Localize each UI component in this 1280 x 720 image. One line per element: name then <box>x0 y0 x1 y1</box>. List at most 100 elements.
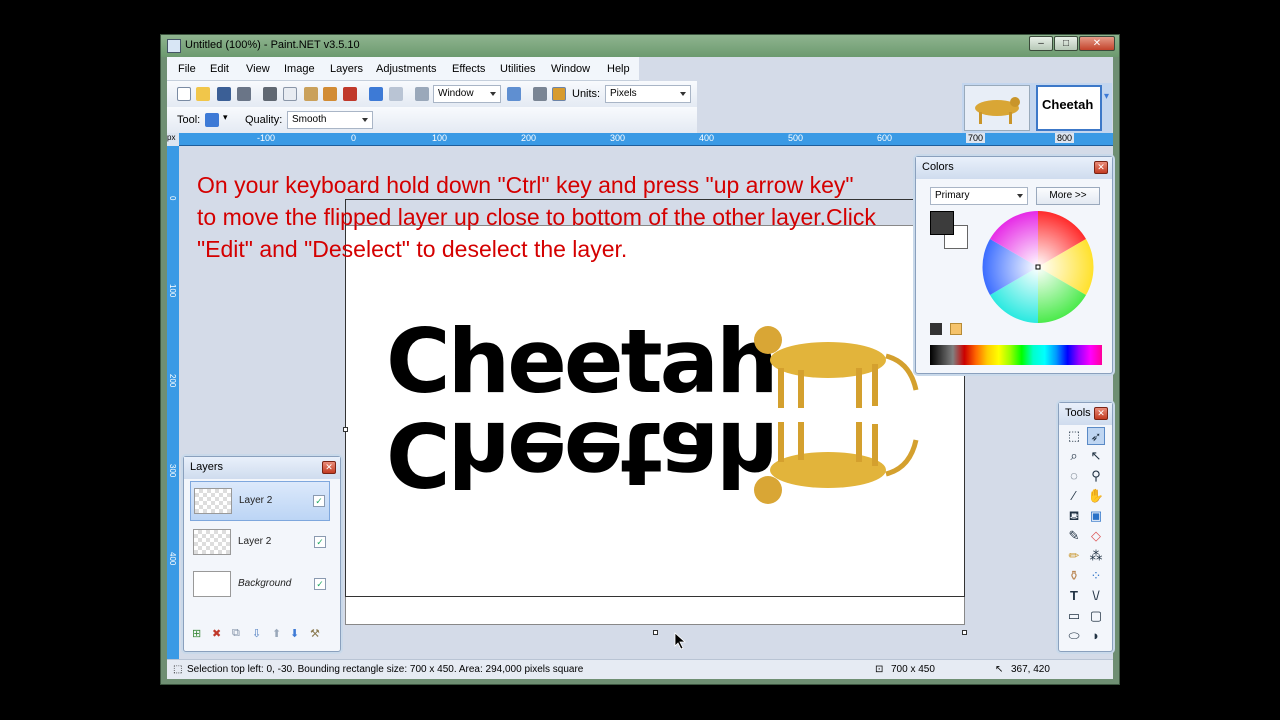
move-tool-icon[interactable]: ↖ <box>1087 447 1105 465</box>
layer-row[interactable]: Background ✓ <box>190 565 330 605</box>
pencil-tool-icon[interactable]: ✏ <box>1065 547 1083 565</box>
move-selection-tool-icon[interactable]: ➶ <box>1087 427 1105 445</box>
menu-window[interactable]: Window <box>551 63 590 75</box>
pan-tool-icon[interactable]: ✋ <box>1087 487 1105 505</box>
image-thumbnail-1[interactable] <box>964 85 1030 131</box>
zoom-out-icon[interactable] <box>415 87 429 101</box>
move-layer-down-icon[interactable]: ⬇ <box>290 627 299 640</box>
line-curve-tool-icon[interactable]: \/ <box>1087 587 1105 605</box>
duplicate-layer-icon[interactable]: ⧉ <box>232 627 240 640</box>
selection-handle[interactable] <box>653 630 658 635</box>
menu-edit[interactable]: Edit <box>210 63 229 75</box>
tool-label: Tool: <box>177 114 201 126</box>
lasso-tool-icon[interactable]: ⌕ <box>1065 447 1083 465</box>
paintbrush-tool-icon[interactable]: ✎ <box>1065 527 1083 545</box>
clone-stamp-tool-icon[interactable]: ⚱ <box>1065 567 1083 585</box>
delete-layer-icon[interactable]: ✖ <box>212 627 221 640</box>
quality-combo-value: Smooth <box>292 114 327 125</box>
layer-visibility-checkbox[interactable]: ✓ <box>313 495 325 507</box>
open-icon[interactable] <box>196 87 210 101</box>
layer-visibility-checkbox[interactable]: ✓ <box>314 578 326 590</box>
minimize-button[interactable]: – <box>1029 36 1053 51</box>
layer-row[interactable]: Layer 2 ✓ <box>190 523 330 563</box>
more-button[interactable]: More >> <box>1036 187 1100 205</box>
primary-combo[interactable]: Primary <box>930 187 1028 205</box>
rounded-rectangle-tool-icon[interactable]: ▢ <box>1087 607 1105 625</box>
rectangle-select-tool-icon[interactable]: ⬚ <box>1065 427 1083 445</box>
menu-help[interactable]: Help <box>607 63 630 75</box>
close-icon[interactable]: ✕ <box>322 461 336 474</box>
maximize-button[interactable]: □ <box>1054 36 1078 51</box>
rectangle-tool-icon[interactable]: ▭ <box>1065 607 1083 625</box>
layers-toolbar: ⊞ ✖ ⧉ ⇩ ⬆ ⬇ ⚒ <box>190 627 334 645</box>
text-tool-icon[interactable]: T <box>1065 587 1083 605</box>
chevron-down-icon <box>680 92 686 96</box>
layer-properties-icon[interactable]: ⚒ <box>310 627 320 640</box>
units-combo[interactable]: Pixels <box>605 85 691 103</box>
cheetah-thumbnail-icon <box>975 97 1020 124</box>
save-icon[interactable] <box>217 87 231 101</box>
layer-thumbnail <box>193 571 231 597</box>
selection-handle[interactable] <box>343 427 348 432</box>
color-picker-tool-icon[interactable]: ⁂ <box>1087 547 1105 565</box>
primary-color-swatch[interactable] <box>930 211 954 235</box>
menu-effects[interactable]: Effects <box>452 63 485 75</box>
paste-icon[interactable] <box>304 87 318 101</box>
move-layer-up-icon[interactable]: ⬆ <box>272 627 281 640</box>
close-icon[interactable]: ✕ <box>1094 161 1108 174</box>
layer-row[interactable]: Layer 2 ✓ <box>190 481 330 521</box>
selection-handle[interactable] <box>962 630 967 635</box>
eraser-tool-icon[interactable]: ◇ <box>1087 527 1105 545</box>
palette-icon[interactable] <box>950 323 962 335</box>
menu-adjustments[interactable]: Adjustments <box>376 63 437 75</box>
deselect-icon[interactable] <box>343 87 357 101</box>
zoom-tool-icon[interactable]: ⚲ <box>1087 467 1105 485</box>
print-icon[interactable] <box>237 87 251 101</box>
menu-view[interactable]: View <box>246 63 270 75</box>
merge-layer-icon[interactable]: ⇩ <box>252 627 261 640</box>
cut-icon[interactable] <box>263 87 277 101</box>
zoom-combo-value: Window <box>438 88 474 99</box>
tool-options-toolbar: Tool: ▾ Quality: Smooth <box>167 107 697 133</box>
menu-file[interactable]: File <box>178 63 196 75</box>
chevron-down-icon <box>362 118 368 122</box>
chevron-down-icon[interactable]: ▾ <box>223 112 228 123</box>
new-icon[interactable] <box>177 87 191 101</box>
menu-image[interactable]: Image <box>284 63 315 75</box>
magic-wand-tool-icon[interactable]: ⁄ <box>1065 487 1083 505</box>
add-layer-icon[interactable]: ⊞ <box>192 627 201 640</box>
copy-icon[interactable] <box>283 87 297 101</box>
paint-bucket-tool-icon[interactable]: ⛾ <box>1065 507 1083 525</box>
freeform-shape-tool-icon[interactable]: ◗ <box>1087 627 1105 645</box>
image-thumbnail-2[interactable]: Cheetah <box>1036 85 1102 131</box>
move-selected-tool-icon[interactable] <box>205 113 219 127</box>
chevron-down-icon[interactable]: ▾ <box>1104 91 1112 102</box>
zoom-in-icon[interactable] <box>507 87 521 101</box>
redo-icon[interactable] <box>389 87 403 101</box>
grid-icon[interactable] <box>533 87 547 101</box>
close-button[interactable]: ✕ <box>1079 36 1115 51</box>
crop-icon[interactable] <box>323 87 337 101</box>
ellipse-tool-icon[interactable]: ⬭ <box>1065 627 1083 645</box>
ruler-tick: 200 <box>168 374 177 388</box>
rulers-icon[interactable] <box>552 87 566 101</box>
chevron-down-icon <box>1017 194 1023 198</box>
chevron-down-icon <box>490 92 496 96</box>
zoom-combo[interactable]: Window <box>433 85 501 103</box>
ruler-tick: 200 <box>521 133 537 143</box>
ruler-tick: 100 <box>168 284 177 298</box>
color-palette[interactable] <box>930 345 1102 365</box>
gradient-tool-icon[interactable]: ▣ <box>1087 507 1105 525</box>
ellipse-select-tool-icon[interactable]: ◌ <box>1065 467 1083 485</box>
reset-colors-icon[interactable] <box>930 323 942 335</box>
menu-utilities[interactable]: Utilities <box>500 63 535 75</box>
color-wheel[interactable] <box>980 209 1096 325</box>
close-icon[interactable]: ✕ <box>1094 407 1108 420</box>
recolor-tool-icon[interactable]: ⁘ <box>1087 567 1105 585</box>
ruler-tick: 600 <box>877 133 893 143</box>
layer-thumbnail <box>193 529 231 555</box>
layer-visibility-checkbox[interactable]: ✓ <box>314 536 326 548</box>
quality-combo[interactable]: Smooth <box>287 111 373 129</box>
menu-layers[interactable]: Layers <box>330 63 363 75</box>
undo-icon[interactable] <box>369 87 383 101</box>
